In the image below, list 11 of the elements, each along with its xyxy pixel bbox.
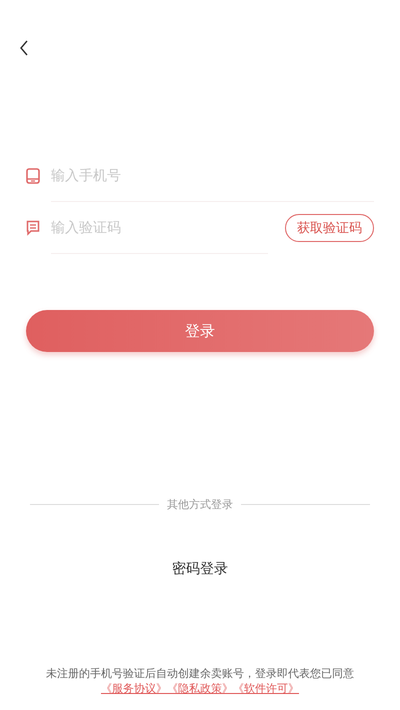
phone-icon	[26, 168, 40, 184]
login-button[interactable]: 登录	[26, 310, 374, 352]
terms-link[interactable]: 《隐私政策》	[167, 682, 233, 695]
divider-label: 其他方式登录	[167, 497, 233, 512]
get-code-button[interactable]: 获取验证码	[285, 214, 374, 242]
terms-link[interactable]: 《软件许可》	[233, 682, 299, 695]
message-icon	[26, 220, 40, 236]
terms-notice: 未注册的手机号验证后自动创建余卖账号，登录即代表您已同意 《服务协议》《隐私政策》《软件许可》	[45, 666, 355, 696]
terms-link[interactable]: 《服务协议》	[101, 682, 167, 695]
back-icon[interactable]	[19, 40, 29, 56]
password-login-link[interactable]: 密码登录	[170, 558, 230, 580]
